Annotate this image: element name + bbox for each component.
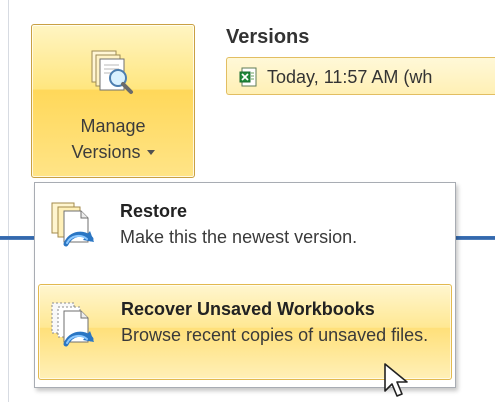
version-item-label: Today, 11:57 AM (wh <box>267 67 433 87</box>
version-item[interactable]: Today, 11:57 AM (wh <box>226 57 495 95</box>
restore-description: Make this the newest version. <box>120 227 358 247</box>
mouse-pointer-icon <box>384 363 408 397</box>
recover-unsaved-workbooks-icon <box>51 302 94 347</box>
blue-separator-right <box>450 236 495 240</box>
manage-versions-label-line2: Versions <box>32 141 194 163</box>
restore-icon <box>51 202 94 247</box>
manage-versions-label-line1: Manage <box>80 116 146 136</box>
restore-title: Restore <box>120 201 188 221</box>
versions-heading: Versions <box>226 26 310 48</box>
backstage-info-panel: Manage Versions Versions Today, 11:57 AM… <box>0 0 495 402</box>
recover-unsaved-workbooks-description: Browse recent copies of unsaved files. <box>121 325 429 345</box>
chevron-down-icon <box>146 150 155 155</box>
manage-versions-dropdown: Restore Make this the newest version. Re… <box>34 182 456 388</box>
manage-versions-button[interactable]: Manage Versions <box>31 24 195 178</box>
recover-unsaved-workbooks-title: Recover Unsaved Workbooks <box>121 299 375 319</box>
manage-versions-icon <box>91 50 133 94</box>
blue-separator-left <box>0 236 36 240</box>
left-border-line <box>8 0 9 402</box>
excel-file-icon <box>239 67 257 87</box>
restore-menu-item[interactable]: Restore Make this the newest version. <box>38 187 452 283</box>
manage-versions-label-text: Versions <box>71 142 141 162</box>
